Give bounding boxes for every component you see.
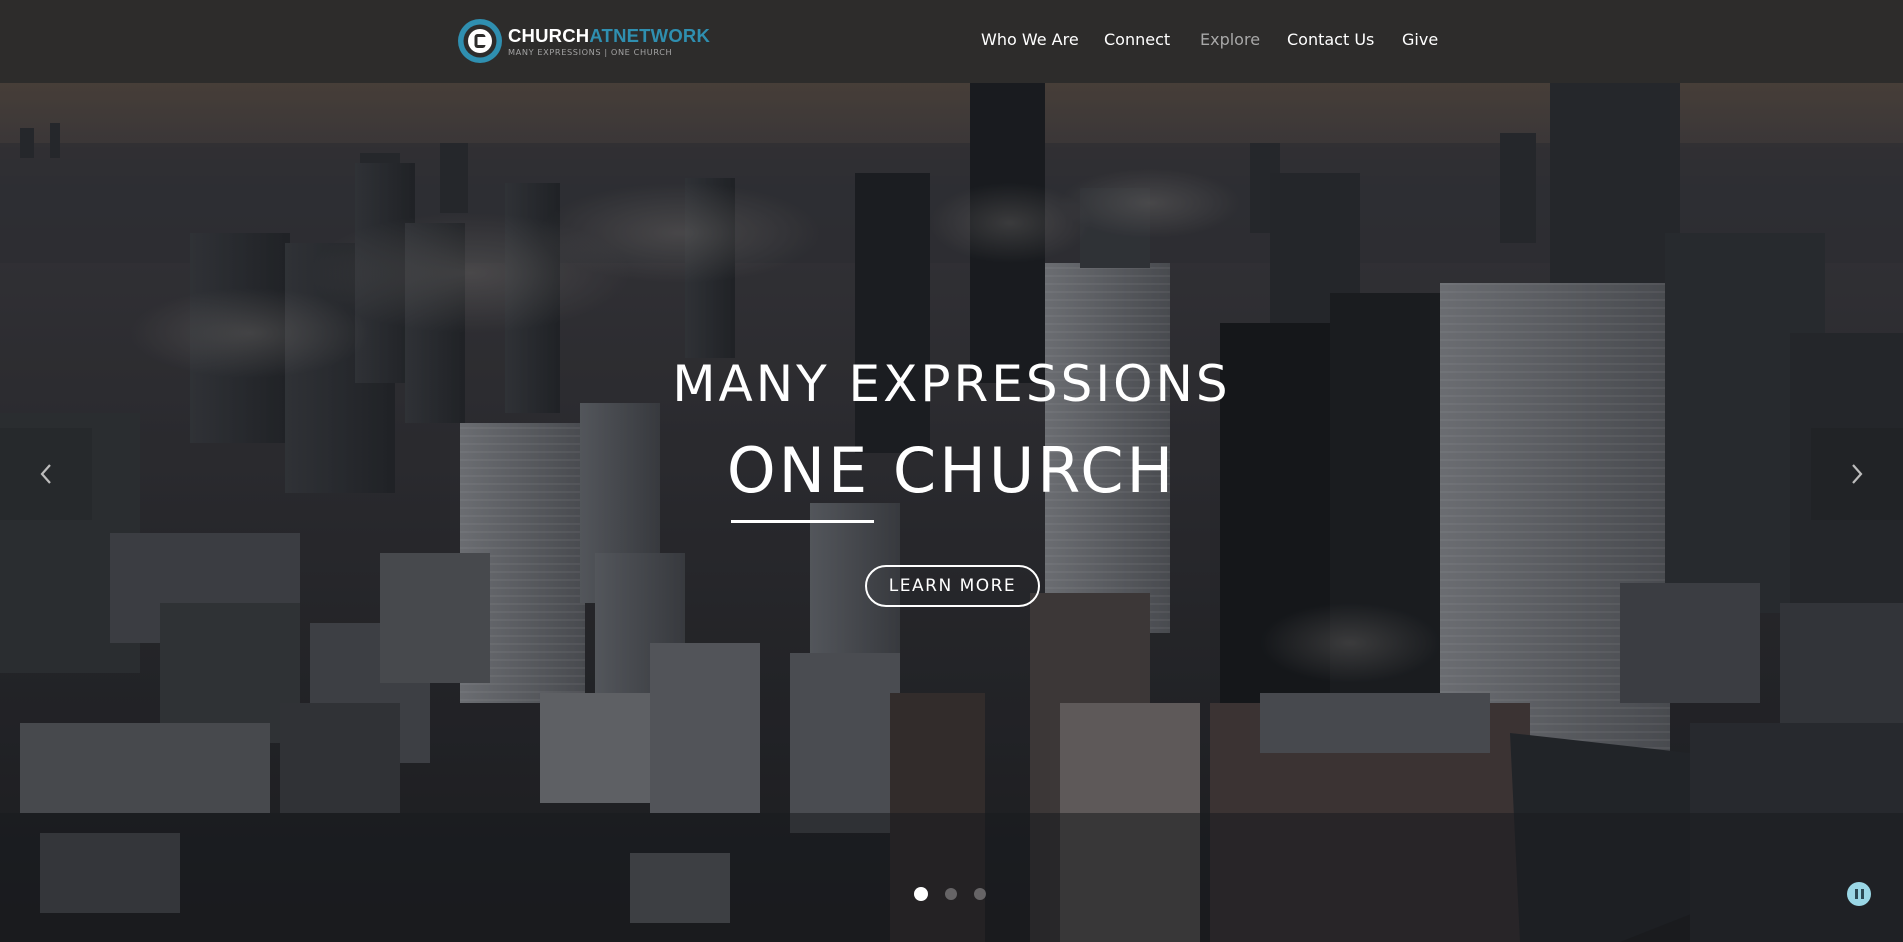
nav-item-give[interactable]: Give xyxy=(1402,30,1438,50)
nav-item-connect[interactable]: Connect xyxy=(1104,30,1170,50)
hero-headline-line1: MANY EXPRESSIONS xyxy=(672,355,1231,413)
slider-dot-3[interactable] xyxy=(974,888,986,900)
chevron-left-icon xyxy=(40,464,51,484)
hero-headline-line2: ONE CHURCH xyxy=(726,434,1177,507)
chevron-right-icon xyxy=(1852,464,1863,484)
pause-icon xyxy=(1854,889,1858,899)
learn-more-button[interactable]: LEARN MORE xyxy=(865,565,1040,607)
headline-underline xyxy=(731,520,874,523)
slider-dots xyxy=(914,887,986,901)
slider-dot-1[interactable] xyxy=(914,887,928,901)
pause-icon-bar xyxy=(1860,889,1864,899)
nav-item-contact-us[interactable]: Contact Us xyxy=(1287,30,1374,50)
slider-prev-button[interactable] xyxy=(0,428,92,520)
nav-item-who-we-are[interactable]: Who We Are xyxy=(981,30,1079,50)
slider-next-button[interactable] xyxy=(1811,428,1903,520)
hero-dark-overlay xyxy=(0,83,1903,942)
hero-slider: MANY EXPRESSIONS ONE CHURCH LEARN MORE xyxy=(0,83,1903,942)
site-header: CHURCHATNETWORK MANY EXPRESSIONS | ONE C… xyxy=(0,0,1903,83)
slider-pause-button[interactable] xyxy=(1847,882,1871,906)
main-nav: Who We Are Connect Explore Contact Us Gi… xyxy=(0,0,1903,83)
nav-item-explore[interactable]: Explore xyxy=(1200,30,1260,50)
slider-dot-2[interactable] xyxy=(945,888,957,900)
